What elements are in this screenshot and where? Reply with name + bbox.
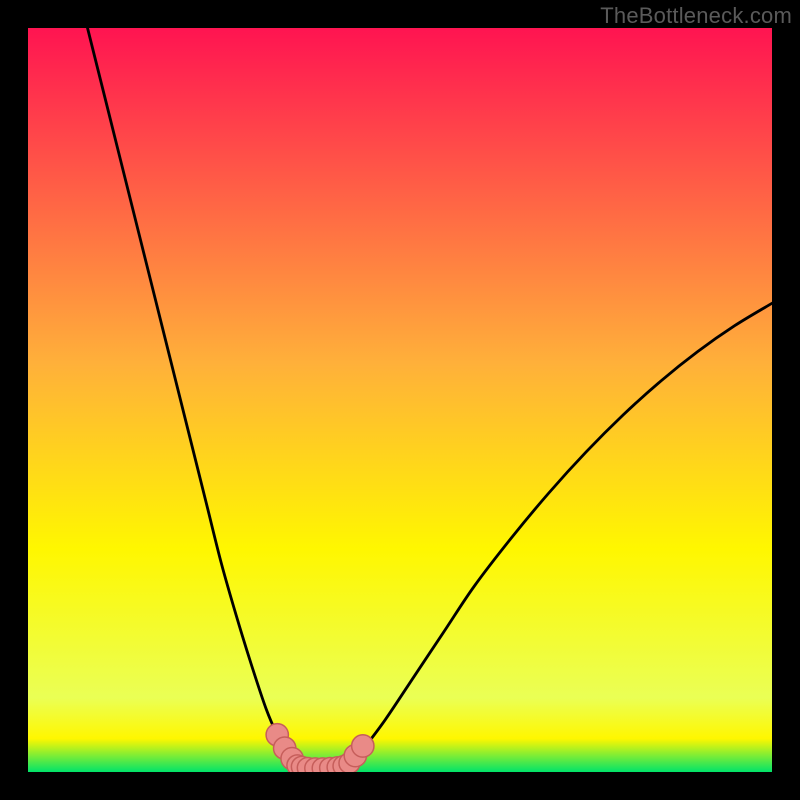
watermark-label: TheBottleneck.com [600,3,792,29]
chart-background [28,28,772,772]
bottleneck-chart [28,28,772,772]
data-marker [352,735,374,757]
chart-frame: TheBottleneck.com [0,0,800,800]
